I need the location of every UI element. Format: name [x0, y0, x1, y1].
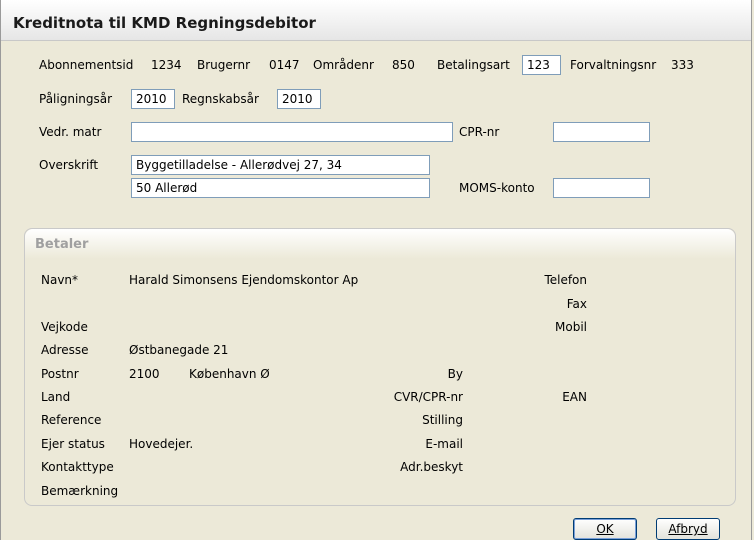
abonnementsid-value: 1234 [151, 58, 182, 72]
betalingsart-label: Betalingsart [437, 58, 510, 72]
email-label: E-mail [425, 437, 463, 451]
title-bar: Kreditnota til KMD Regningsdebitor [1, 0, 751, 41]
land-label: Land [41, 390, 71, 404]
cancel-button[interactable]: Afbryd [656, 518, 720, 540]
brugernr-value: 0147 [269, 58, 300, 72]
telefon-label: Telefon [544, 273, 587, 287]
ejer-status-value: Hovedejer. [129, 437, 194, 451]
regnskabsaar-label: Regnskabsår [182, 92, 259, 106]
cpr-label: CPR-nr [459, 125, 500, 139]
city-value: København Ø [189, 367, 270, 381]
moms-field[interactable] [553, 178, 650, 198]
betaler-panel-header: Betaler [25, 229, 735, 259]
bemaerkning-label: Bemærkning [41, 484, 119, 498]
abonnementsid-label: Abonnementsid [39, 58, 134, 72]
stilling-label: Stilling [422, 413, 463, 427]
adresse-value: Østbanegade 21 [129, 343, 229, 357]
regnskabsaar-field[interactable]: 2010 [277, 89, 321, 109]
navn-label: Navn* [41, 273, 79, 287]
ok-button[interactable]: OK [573, 518, 637, 540]
adresse-label: Adresse [41, 343, 89, 357]
postnr-label: Postnr [41, 367, 79, 381]
dialog-window: Kreditnota til KMD Regningsdebitor Abonn… [0, 0, 752, 540]
paaligningsaar-field[interactable]: 2010 [131, 89, 175, 109]
betalingsart-field[interactable]: 123 [522, 55, 561, 75]
ejer-status-label: Ejer status [41, 437, 105, 451]
overskrift-field-2[interactable]: 50 Allerød [131, 178, 430, 198]
paaligningsaar-label: Påligningsår [39, 92, 113, 106]
vejkode-label: Vejkode [41, 320, 88, 334]
overskrift-label: Overskrift [39, 158, 99, 172]
betaler-title: Betaler [35, 237, 89, 252]
reference-label: Reference [41, 413, 102, 427]
cpr-field[interactable] [553, 122, 650, 142]
forvaltningsnr-label: Forvaltningsnr [570, 58, 657, 72]
fax-label: Fax [566, 297, 587, 311]
omraadenr-value: 850 [392, 58, 415, 72]
kontakttype-label: Kontakttype [41, 460, 114, 474]
navn-value: Harald Simonsens Ejendomskontor Ap [129, 273, 359, 287]
mobil-label: Mobil [555, 320, 587, 334]
ean-label: EAN [562, 390, 587, 404]
brugernr-label: Brugernr [197, 58, 251, 72]
by-label: By [447, 367, 463, 381]
vedr-matr-field[interactable] [131, 122, 453, 142]
postnr-value: 2100 [129, 367, 160, 381]
overskrift-field-1[interactable]: Byggetilladelse - Allerødvej 27, 34 [131, 155, 430, 175]
moms-label: MOMS-konto [459, 181, 535, 195]
window-title: Kreditnota til KMD Regningsdebitor [13, 14, 316, 32]
vedr-matr-label: Vedr. matr [39, 125, 102, 139]
omraadenr-label: Områdenr [313, 58, 374, 72]
adr-beskyt-label: Adr.beskyt [400, 460, 463, 474]
cvr-label: CVR/CPR-nr [393, 390, 463, 404]
forvaltningsnr-value: 333 [671, 58, 694, 72]
